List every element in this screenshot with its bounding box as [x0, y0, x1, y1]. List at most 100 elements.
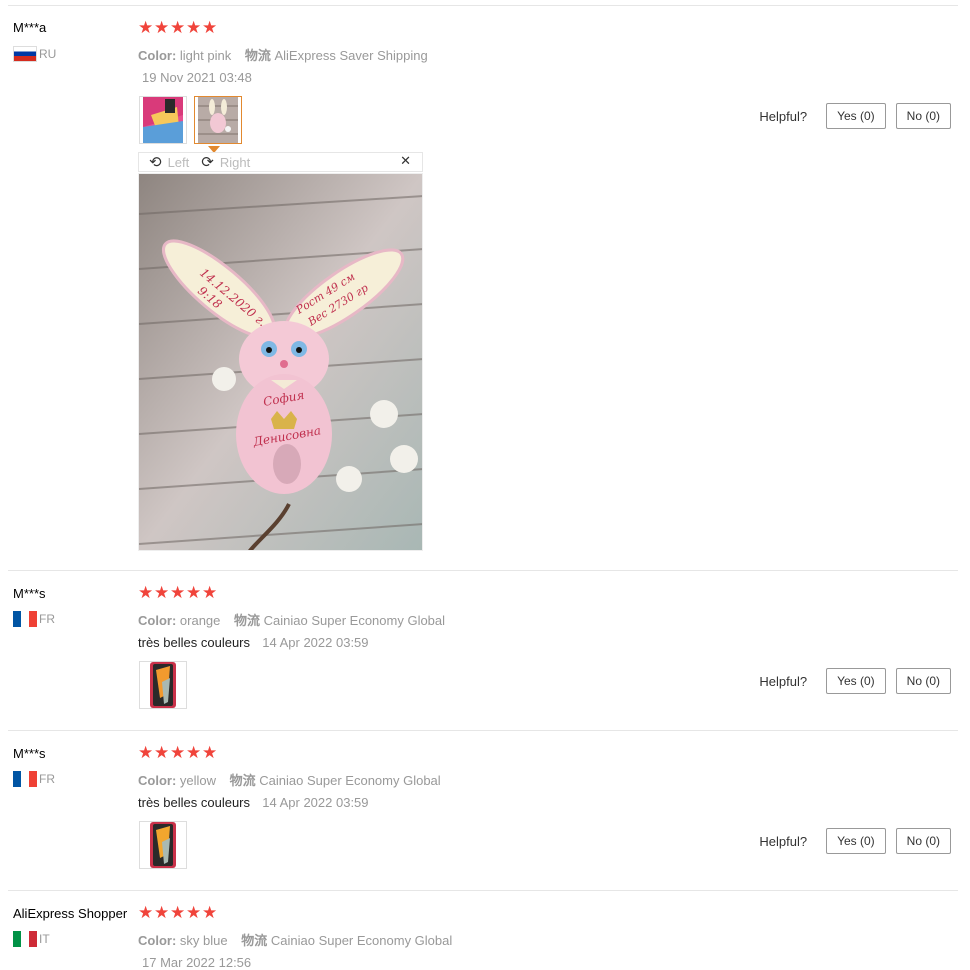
star-icon: ★ [186, 18, 202, 38]
russia-flag-icon [13, 46, 37, 62]
star-icon: ★ [138, 903, 154, 923]
country-code: FR [39, 612, 55, 626]
shipping-label: 物流 [234, 613, 261, 628]
star-icon: ★ [138, 18, 154, 38]
photo-thumbnail-image [150, 822, 176, 868]
photo-thumbnail-image [150, 662, 176, 708]
review-photo-large: 14.12.2020 г. 9:18 Рост 49 см Вес 2730 г… [138, 173, 423, 551]
color-value: orange [179, 613, 221, 628]
star-icon: ★ [170, 743, 186, 763]
star-rating: ★ ★ ★ ★ ★ [138, 585, 217, 602]
color-value: sky blue [179, 933, 228, 948]
helpful-label: Helpful? [759, 673, 808, 689]
divider [8, 570, 958, 571]
review-attributes: Color: yellow 物流 Cainiao Super Economy G… [138, 770, 441, 789]
star-icon: ★ [202, 583, 218, 603]
photo-thumbnail-image [198, 97, 238, 143]
helpful-vote: Helpful? Yes (0) No (0) [759, 668, 951, 694]
reviewer-country: IT [13, 931, 50, 947]
review-attributes: Color: sky blue 物流 Cainiao Super Economy… [138, 930, 452, 949]
color-label: Color: [138, 773, 177, 788]
star-icon: ★ [202, 903, 218, 923]
shipping-value: AliExpress Saver Shipping [274, 48, 428, 63]
star-icon: ★ [154, 583, 170, 603]
review-date-line: 17 Mar 2022 12:56 [142, 955, 251, 970]
shipping-value: Cainiao Super Economy Global [259, 773, 441, 788]
helpful-label: Helpful? [759, 108, 808, 124]
star-icon: ★ [154, 743, 170, 763]
shipping-value: Cainiao Super Economy Global [263, 613, 446, 628]
divider [8, 5, 958, 6]
rotate-left-icon: ⟲ [149, 153, 162, 171]
review-date: 19 Nov 2021 03:48 [142, 70, 252, 85]
color-value: light pink [179, 48, 232, 63]
star-icon: ★ [186, 743, 202, 763]
rotate-right-icon: ⟳ [201, 153, 214, 171]
color-label: Color: [138, 48, 177, 63]
review-date: 14 Apr 2022 03:59 [262, 635, 369, 650]
france-flag-icon [13, 771, 37, 787]
helpful-yes-button[interactable]: Yes (0) [826, 668, 886, 694]
shipping-label: 物流 [241, 933, 268, 948]
review-photo-thumbnail[interactable] [139, 661, 187, 709]
review-text-line: très belles couleurs 14 Apr 2022 03:59 [138, 795, 369, 810]
reviewer-country: RU [13, 46, 56, 62]
shipping-value: Cainiao Super Economy Global [270, 933, 453, 948]
review-photo-thumbnail-selected[interactable] [194, 96, 242, 144]
divider [8, 890, 958, 891]
reviewer-name: M***s [13, 746, 46, 761]
reviewer-country: FR [13, 611, 55, 627]
color-label: Color: [138, 933, 177, 948]
reviewer-name: AliExpress Shopper [13, 906, 128, 921]
star-icon: ★ [186, 583, 202, 603]
review-photo-thumbnail[interactable] [139, 821, 187, 869]
review-text: très belles couleurs [138, 795, 250, 810]
star-icon: ★ [202, 18, 218, 38]
star-icon: ★ [202, 743, 218, 763]
helpful-vote: Helpful? Yes (0) No (0) [759, 103, 951, 129]
helpful-no-button[interactable]: No (0) [895, 103, 951, 129]
star-icon: ★ [186, 903, 202, 923]
close-icon[interactable]: ✕ [400, 154, 411, 169]
review-date: 17 Mar 2022 12:56 [142, 955, 252, 970]
rotate-left-button[interactable]: ⟲ Left [149, 153, 189, 171]
review-date-line: 19 Nov 2021 03:48 [142, 70, 252, 85]
star-icon: ★ [170, 18, 186, 38]
photo-viewer-toolbar: ⟲ Left ⟳ Right ✕ [138, 152, 423, 172]
star-rating: ★ ★ ★ ★ ★ [138, 20, 217, 37]
star-icon: ★ [154, 903, 170, 923]
helpful-yes-button[interactable]: Yes (0) [826, 103, 886, 129]
rotate-right-button[interactable]: ⟳ Right [201, 153, 250, 171]
star-rating: ★ ★ ★ ★ ★ [138, 745, 217, 762]
review-photo-thumbnail[interactable] [139, 96, 187, 144]
rotate-left-label: Left [167, 154, 190, 170]
helpful-yes-button[interactable]: Yes (0) [826, 828, 886, 854]
helpful-vote: Helpful? Yes (0) No (0) [759, 828, 951, 854]
france-flag-icon [13, 611, 37, 627]
review-attributes: Color: light pink 物流 AliExpress Saver Sh… [138, 45, 428, 64]
review-text: très belles couleurs [138, 635, 250, 650]
star-icon: ★ [138, 743, 154, 763]
review-attributes: Color: orange 物流 Cainiao Super Economy G… [138, 610, 445, 629]
photo-thumbnail-image [143, 97, 183, 143]
reviewer-country: FR [13, 771, 55, 787]
shipping-label: 物流 [229, 773, 256, 788]
country-code: RU [39, 47, 57, 61]
star-icon: ★ [138, 583, 154, 603]
helpful-no-button[interactable]: No (0) [895, 668, 951, 694]
star-icon: ★ [170, 583, 186, 603]
italy-flag-icon [13, 931, 37, 947]
reviewer-name: M***s [13, 586, 46, 601]
shipping-label: 物流 [244, 48, 271, 63]
star-rating: ★ ★ ★ ★ ★ [138, 905, 217, 922]
bunny-toy-photo: 14.12.2020 г. 9:18 Рост 49 см Вес 2730 г… [139, 174, 422, 550]
review-text-line: très belles couleurs 14 Apr 2022 03:59 [138, 635, 369, 650]
country-code: IT [39, 932, 50, 946]
divider [8, 730, 958, 731]
color-label: Color: [138, 613, 177, 628]
country-code: FR [39, 772, 55, 786]
helpful-no-button[interactable]: No (0) [895, 828, 951, 854]
star-icon: ★ [170, 903, 186, 923]
star-icon: ★ [154, 18, 170, 38]
reviewer-name: M***a [13, 20, 47, 35]
